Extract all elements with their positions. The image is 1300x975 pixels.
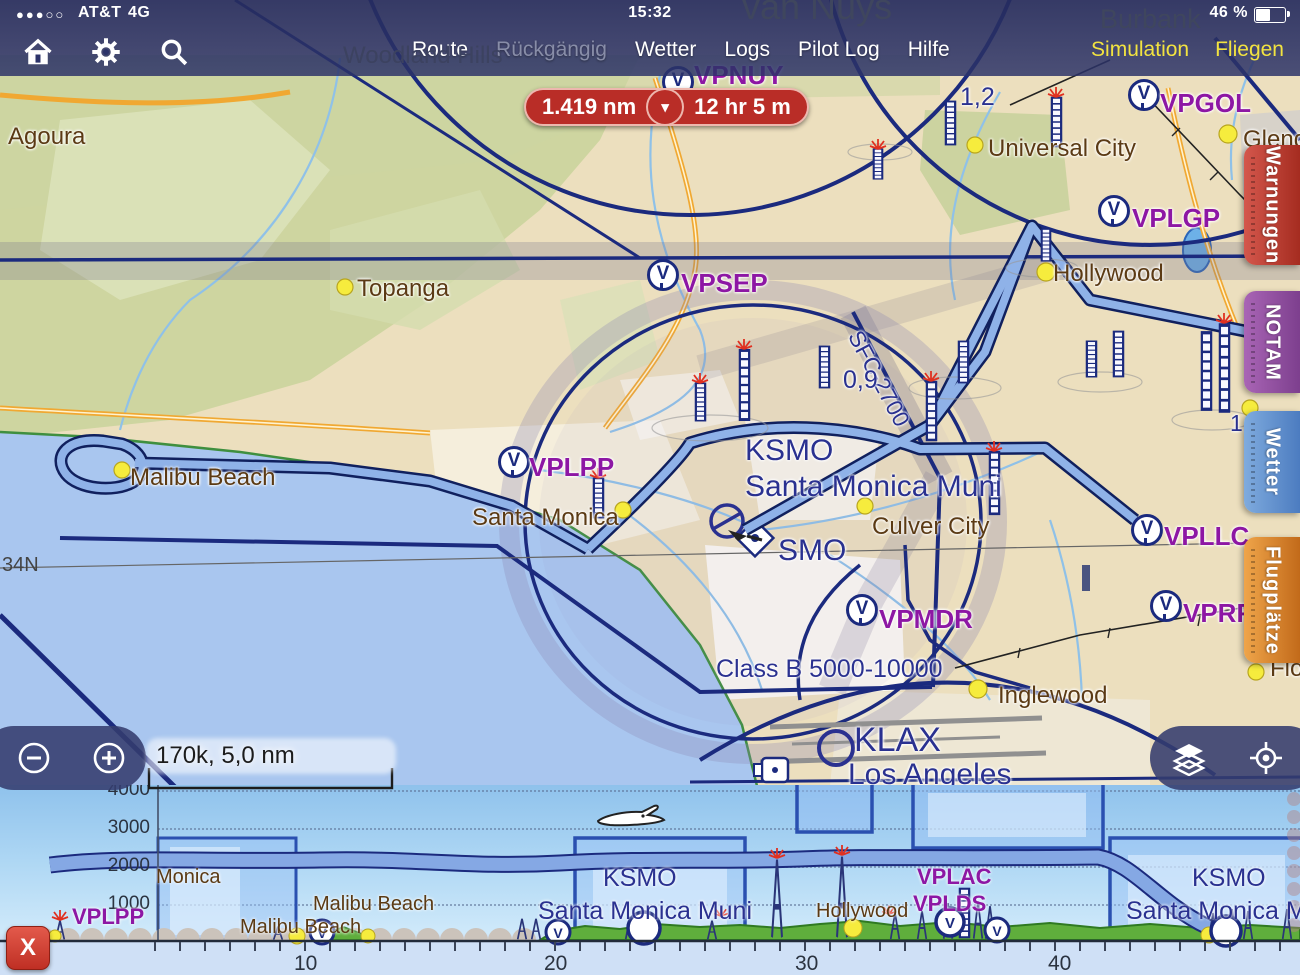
menu-item-help[interactable]: Hilfe — [908, 38, 950, 62]
battery-icon — [1254, 7, 1286, 23]
battery-percent-label: 46 % — [1210, 4, 1248, 22]
zoom-out-button[interactable] — [12, 736, 56, 780]
vfr-point-icon: V — [1098, 195, 1130, 227]
tab-label: Flugplätze — [1261, 546, 1284, 655]
svg-text:V: V — [553, 925, 563, 941]
distance-tick-label: 30 — [795, 952, 818, 975]
scale-label: 170k, 5,0 nm — [146, 742, 305, 769]
profile-airport-label: Santa Monica Muni — [538, 897, 752, 926]
route-duration: 12 hr 5 m — [694, 94, 791, 120]
profile-city-label: Monica — [156, 866, 220, 889]
clock: 15:32 — [0, 4, 1300, 22]
search-button[interactable] — [158, 36, 190, 68]
home-button[interactable] — [22, 36, 54, 68]
map-scale: 170k, 5,0 nm — [146, 742, 396, 792]
locate-button[interactable] — [1244, 736, 1288, 780]
mode-menu: Simulation Fliegen — [1091, 38, 1284, 62]
top-bar: ●●●○○ AT&T 4G 15:32 46 % Route Rückgängi… — [0, 0, 1300, 76]
tab-label: Wetter — [1261, 428, 1284, 496]
vfr-point-icon: V — [846, 594, 878, 626]
airplane-icon — [598, 806, 664, 826]
tab-weather[interactable]: Wetter — [1244, 411, 1300, 513]
crosshair-icon — [1248, 740, 1284, 776]
menu-item-fly[interactable]: Fliegen — [1215, 38, 1284, 62]
menu-item-route[interactable]: Route — [412, 38, 468, 62]
svg-text:V: V — [945, 915, 955, 932]
profile-waypoint-label: VPLAC — [917, 864, 992, 890]
profile-airport-label: KSMO — [1192, 864, 1266, 893]
vfr-point-icon: V — [1150, 590, 1182, 622]
zoom-in-button[interactable] — [87, 736, 131, 780]
tab-label: NOTAM — [1261, 304, 1284, 381]
minus-icon — [17, 741, 51, 775]
layers-icon — [1171, 740, 1207, 776]
main-menu: Route Rückgängig Wetter Logs Pilot Log H… — [412, 38, 950, 62]
profile-city-label: Malibu Beach — [240, 916, 361, 939]
elevation-profile-panel: V V V V 4000 3000 2000 1000 10 20 30 40 — [0, 785, 1300, 975]
route-summary-pill[interactable]: 1.419 nm ▾ 12 hr 5 m — [524, 88, 809, 126]
tab-warnings[interactable]: Warnungen — [1244, 145, 1300, 265]
close-icon: X — [20, 934, 36, 962]
profile-city-label: Malibu Beach — [313, 893, 434, 916]
layers-button[interactable] — [1167, 736, 1211, 780]
zoom-controls — [0, 726, 146, 790]
profile-waypoint-label: VPLPP — [72, 904, 144, 930]
altitude-tick-label: 2000 — [88, 855, 150, 877]
app-root: Agoura Woodland Hills van Nuys Burbank U… — [0, 0, 1300, 975]
profile-airport-label: KSMO — [603, 864, 677, 893]
route-dropdown-button[interactable]: ▾ — [646, 88, 684, 126]
distance-tick-label: 40 — [1048, 952, 1071, 975]
settings-button[interactable] — [90, 36, 122, 68]
search-icon — [159, 37, 189, 67]
tab-label: Warnungen — [1261, 146, 1284, 264]
route-distance: 1.419 nm — [542, 94, 636, 120]
distance-tick-label: 10 — [294, 952, 317, 975]
profile-airport-label: Santa Monica M — [1126, 897, 1300, 926]
gear-icon — [91, 37, 121, 67]
menu-item-logs[interactable]: Logs — [724, 38, 770, 62]
altitude-tick-label: 3000 — [88, 817, 150, 839]
home-icon — [23, 37, 53, 67]
chevron-down-icon: ▾ — [661, 98, 669, 116]
tab-notam[interactable]: NOTAM — [1244, 291, 1300, 393]
menu-item-simulation[interactable]: Simulation — [1091, 38, 1189, 62]
vfr-point-icon: V — [647, 259, 679, 291]
menu-item-weather[interactable]: Wetter — [635, 38, 696, 62]
tab-airfields[interactable]: Flugplätze — [1244, 537, 1300, 663]
profile-city-label: Hollywood — [816, 900, 908, 923]
profile-waypoint-label: VPLDS — [913, 891, 986, 917]
menu-item-undo: Rückgängig — [496, 38, 607, 62]
menu-item-pilot-log[interactable]: Pilot Log — [798, 38, 880, 62]
vfr-point-icon: V — [498, 446, 530, 478]
map-layer-controls — [1150, 726, 1300, 790]
close-profile-button[interactable]: X — [6, 926, 50, 970]
distance-tick-label: 20 — [544, 952, 567, 975]
profile-distance-ticks — [154, 942, 1300, 951]
vfr-point-icon: V — [1128, 79, 1160, 111]
vfr-point-icon: V — [1131, 514, 1163, 546]
plus-icon — [92, 741, 126, 775]
svg-text:V: V — [992, 923, 1002, 939]
